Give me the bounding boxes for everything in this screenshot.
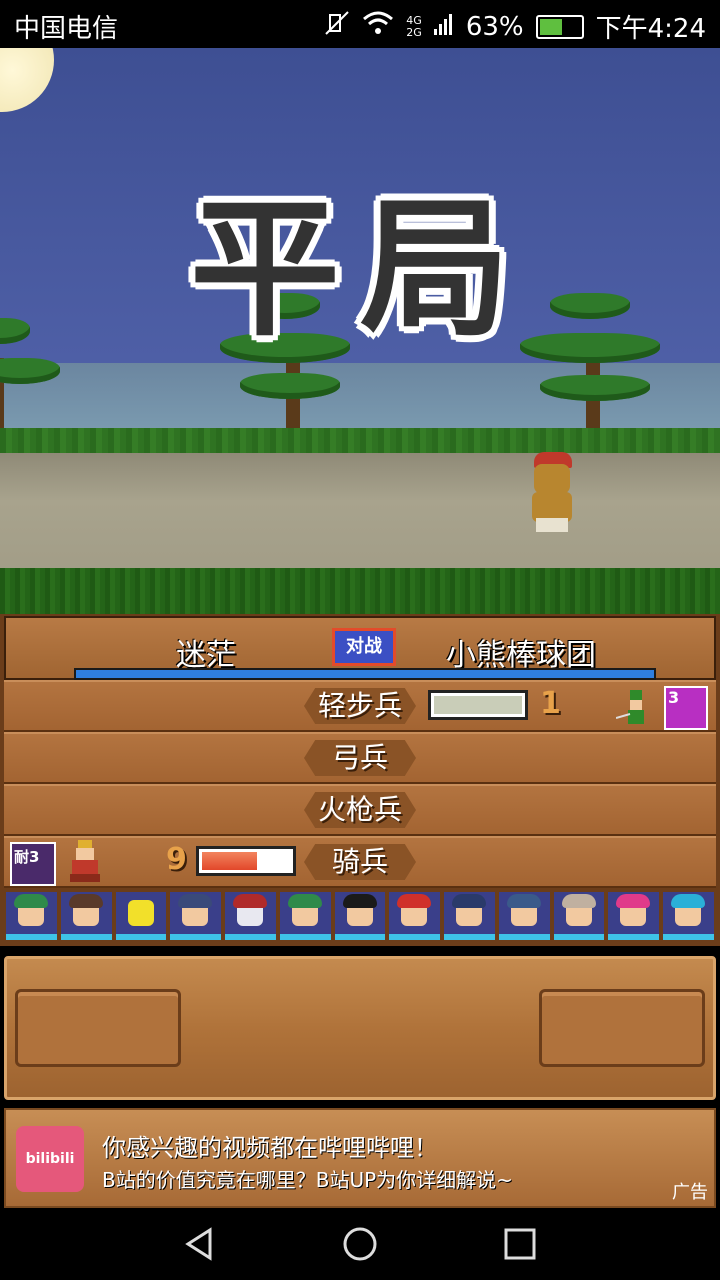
unit-row-musketeer[interactable]: 火枪兵 [4,784,716,836]
signal-icon [433,12,454,42]
infantry-sprite [615,688,656,728]
portrait[interactable] [663,892,714,940]
result-title: 平局 [189,181,530,357]
navigation-bar [0,1208,720,1280]
wifi-icon [362,11,394,42]
carrier-label: 中国电信 [14,14,119,44]
badge-count: 3 [668,688,680,707]
portrait[interactable] [279,892,331,940]
portrait[interactable] [225,892,276,940]
portrait[interactable] [170,892,222,940]
unit-label: 弓兵 [304,740,416,776]
right-command-button[interactable] [539,989,705,1067]
ad-banner[interactable]: bilibili 你感兴趣的视频都在哔哩哔哩！ B站的价值究竟在哪里？B站UP为… [0,1104,720,1208]
unit-count: 1 [540,686,561,721]
ad-panel[interactable]: bilibili 你感兴趣的视频都在哔哩哔哩！ B站的价值究竟在哪里？B站UP为… [4,1108,716,1208]
versus-header: 迷茫 对战 小熊棒球团 [4,616,716,680]
portrait[interactable] [444,892,495,940]
unit-row-light-infantry[interactable]: 轻步兵 1 3 [4,680,716,732]
command-area [0,946,720,1104]
portrait[interactable] [389,892,441,940]
ad-tag: 广告 [672,1182,708,1203]
battery-icon [535,14,584,39]
bilibili-logo: bilibili [16,1126,84,1192]
recents-icon[interactable] [500,1224,540,1264]
enemy-weapon-badge: 3 [664,686,708,730]
portrait[interactable] [498,892,550,940]
portrait[interactable] [6,892,57,940]
left-command-button[interactable] [15,989,181,1067]
mute-icon [324,10,350,43]
clock: 下午4:24 [595,14,706,44]
unit-gauge [196,846,296,876]
badge-label: 耐3 [14,848,40,866]
versus-badge: 对战 [332,628,396,666]
battle-panel: 迷茫 对战 小熊棒球团 轻步兵 1 3 弓兵 火枪兵 耐3 9 骑兵 [0,614,720,946]
unit-label: 轻步兵 [304,688,416,724]
party-portraits [4,892,716,944]
health-bar [74,668,656,680]
unit-label: 骑兵 [304,844,416,880]
portrait[interactable] [553,892,605,940]
command-board [4,956,716,1100]
unit-row-cavalry[interactable]: 耐3 9 骑兵 [4,836,716,888]
portrait[interactable] [60,892,112,940]
ad-subtitle: B站的价值究竟在哪里？B站UP为你详细解说~ [102,1168,513,1192]
battery-percent: 63% [465,11,524,42]
ad-title: 你感兴趣的视频都在哔哩哔哩！ [102,1134,438,1162]
home-icon[interactable] [340,1224,380,1264]
cavalry-general-sprite [64,840,104,882]
grass-strip [0,568,720,614]
status-icons: 4G 2G 63% 下午4:24 [324,8,706,45]
unit-row-archer[interactable]: 弓兵 [4,732,716,784]
back-icon[interactable] [180,1224,220,1264]
network-type-label: 4G 2G [406,13,422,39]
road [0,453,720,573]
unit-label: 火枪兵 [304,792,416,828]
portrait[interactable] [334,892,386,940]
portrait[interactable] [115,892,167,940]
portrait[interactable] [608,892,660,940]
status-bar: 中国电信 4G 2G 63% 下午4:24 [0,0,720,48]
durability-badge: 耐3 [10,842,56,886]
battle-scene[interactable]: 平局 [0,48,720,614]
unit-count: 9 [166,842,187,877]
bear-baseball-character [528,452,576,532]
unit-gauge [428,690,528,720]
